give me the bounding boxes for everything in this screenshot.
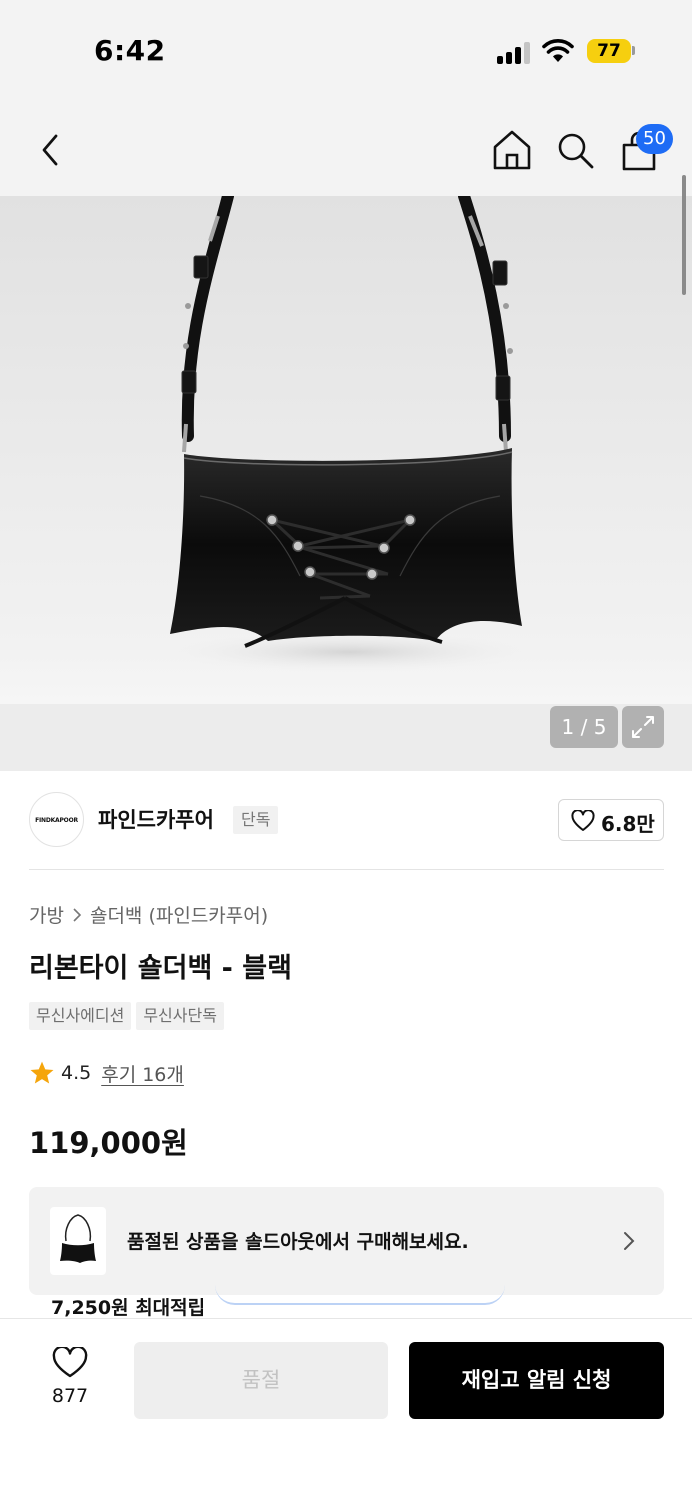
review-link[interactable]: 후기 16개 [101, 1060, 184, 1087]
breadcrumb-item-subcategory[interactable]: 숄더백 (파인드카푸어) [90, 905, 268, 927]
expand-icon[interactable] [622, 706, 664, 748]
brand-like-button[interactable]: 6.8만 [558, 799, 664, 841]
breadcrumb: 가방 숄더백 (파인드카푸어) [29, 901, 268, 928]
product-title: 리본타이 숄더백 - 블랙 [29, 953, 292, 984]
product-tag: 무신사단독 [136, 1002, 224, 1030]
rating-row: 4.5 후기 16개 [29, 1058, 184, 1088]
exclusive-tag: 단독 [233, 806, 279, 834]
breadcrumb-item-category[interactable]: 가방 [29, 905, 64, 927]
chevron-right-icon [73, 908, 82, 922]
points-tooltip-edge [215, 1285, 505, 1305]
battery-indicator: 77 [587, 39, 631, 63]
product-tag: 무신사에디션 [29, 1002, 132, 1030]
rating-value: 4.5 [61, 1062, 92, 1084]
soldout-button: 품절 [134, 1342, 388, 1419]
chevron-left-icon[interactable] [30, 130, 70, 170]
product-image-gallery[interactable]: 1 / 5 [0, 196, 692, 771]
product-tags: 무신사에디션 무신사단독 [29, 1002, 224, 1030]
signal-icon [497, 40, 531, 64]
restock-alert-button[interactable]: 재입고 알림 신청 [409, 1342, 664, 1419]
status-bar: 6:42 77 [0, 0, 692, 100]
status-time: 6:42 [94, 34, 166, 67]
search-icon[interactable] [555, 130, 595, 170]
soldout-resale-banner[interactable]: 품절된 상품을 솔드아웃에서 구매해보세요. [29, 1187, 664, 1295]
brand-like-count: 6.8만 [601, 812, 655, 836]
star-icon [30, 1061, 54, 1084]
bottom-action-bar: 877 품절 재입고 알림 신청 [0, 1318, 692, 1500]
product-price: 119,000원 [29, 1126, 188, 1160]
wifi-icon [542, 39, 574, 62]
app-header [0, 100, 692, 196]
home-icon[interactable] [492, 128, 532, 172]
bag-thumbnail-icon [60, 1214, 96, 1263]
heart-icon [571, 810, 595, 831]
wishlist-count: 877 [51, 1385, 89, 1407]
brand-name[interactable]: 파인드카푸어 [98, 804, 214, 834]
chevron-right-icon [624, 1232, 635, 1250]
brand-logo[interactable]: FINDKAPOOR [29, 792, 84, 847]
max-points: 7,250원 최대적립 [51, 1297, 206, 1319]
wishlist-button[interactable]: 877 [30, 1345, 110, 1417]
cart-count-badge: 50 [636, 124, 673, 154]
scrollbar-thumb[interactable] [682, 175, 686, 295]
divider [29, 869, 664, 870]
banner-text: 품절된 상품을 솔드아웃에서 구매해보세요. [127, 1231, 469, 1253]
heart-icon [52, 1347, 88, 1378]
product-image [170, 196, 530, 672]
battery-nub [632, 46, 635, 55]
image-pager: 1 / 5 [550, 706, 618, 748]
banner-thumbnail [50, 1207, 106, 1275]
